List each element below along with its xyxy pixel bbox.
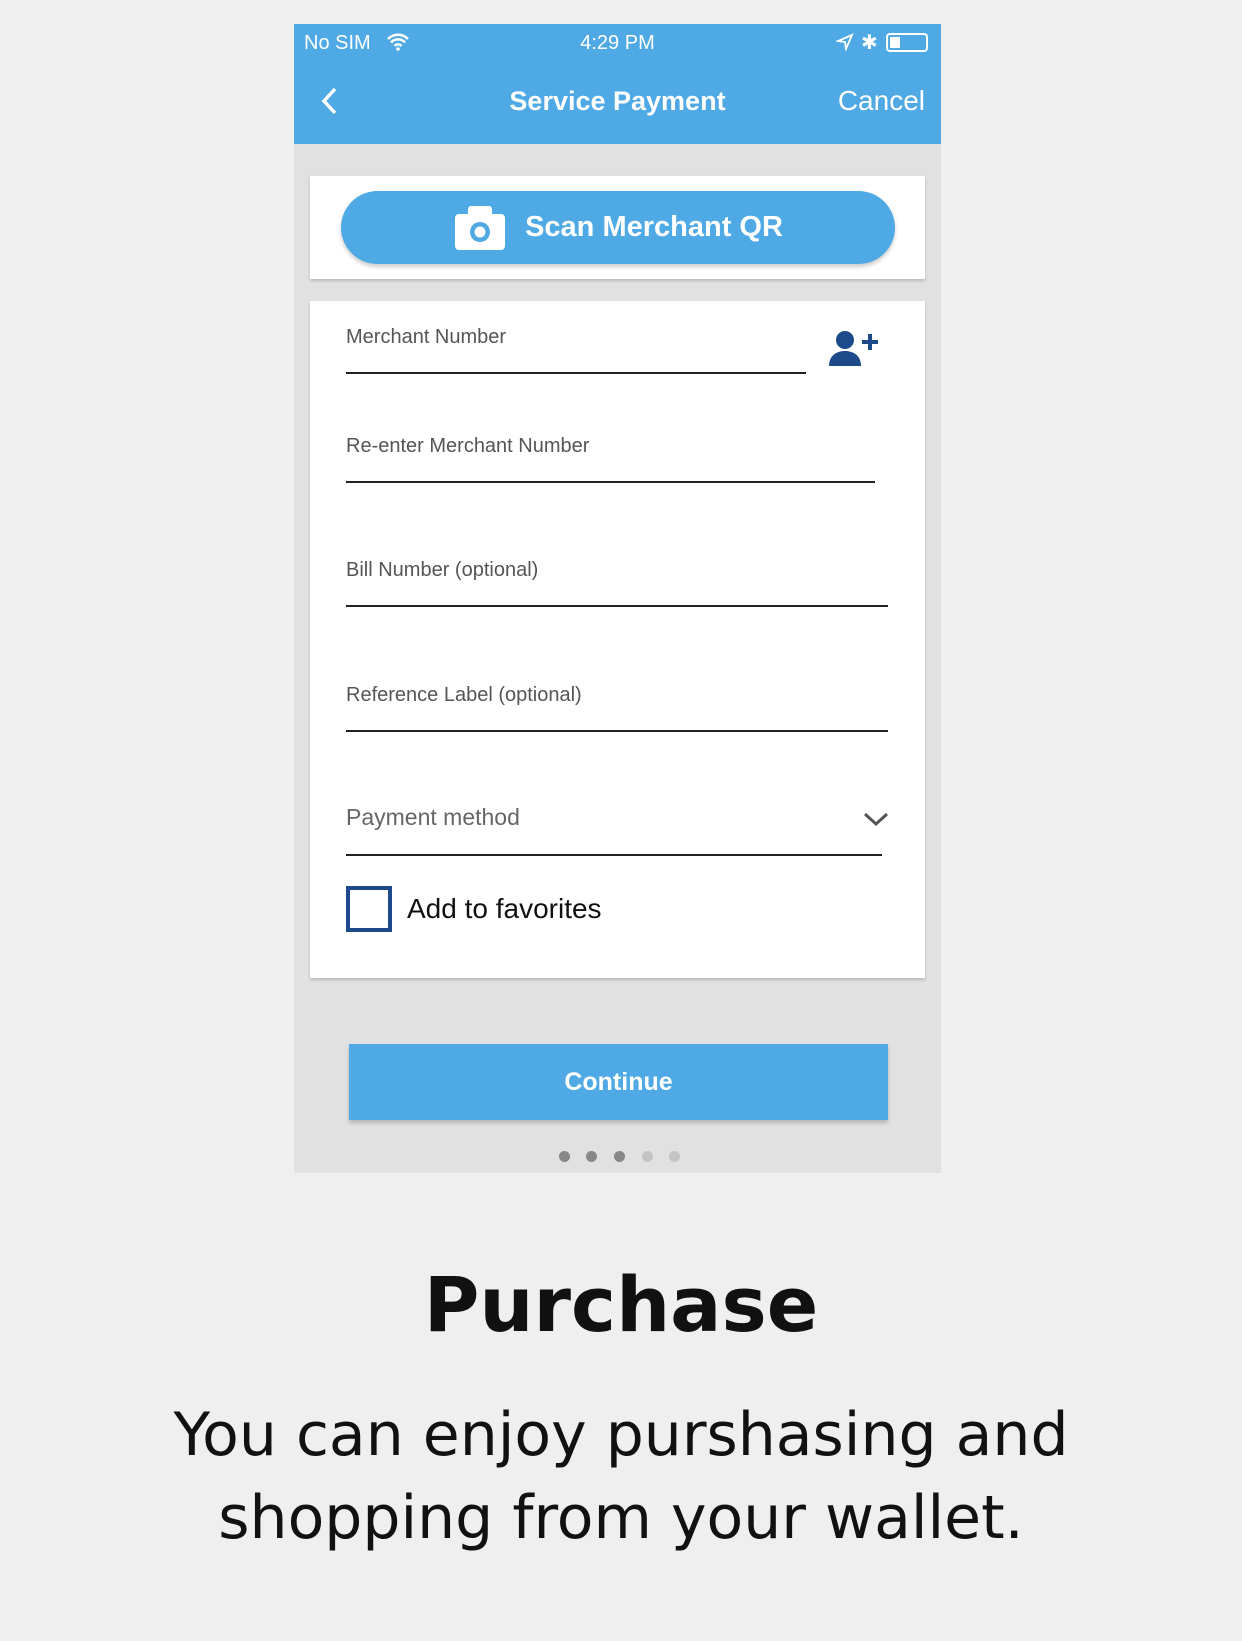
page-dot-1 [559,1151,570,1162]
merchant-number-placeholder: Merchant Number [346,326,507,348]
payment-method-placeholder: Payment method [346,804,520,830]
page-dot-4 [642,1151,653,1162]
payment-method-select[interactable]: Payment method [346,804,889,857]
add-to-favorites-checkbox[interactable] [346,886,392,932]
page-dot-2 [586,1151,597,1162]
bill-number-field[interactable]: Bill Number (optional) [346,559,888,608]
add-contact-icon[interactable] [827,329,883,367]
reenter-merchant-number-field[interactable]: Re-enter Merchant Number [346,435,875,484]
caption-line-1: You can enjoy purshasing and [173,1400,1069,1470]
reference-label-placeholder: Reference Label (optional) [346,684,582,706]
scan-merchant-qr-button[interactable]: Scan Merchant QR [341,191,895,264]
reference-label-field[interactable]: Reference Label (optional) [346,684,888,733]
bill-number-placeholder: Bill Number (optional) [346,559,539,581]
reenter-merchant-number-placeholder: Re-enter Merchant Number [346,435,590,457]
scan-button-label: Scan Merchant QR [525,211,783,243]
location-icon [836,33,854,51]
continue-button[interactable]: Continue [349,1044,888,1120]
cancel-button[interactable]: Cancel [838,85,925,117]
page-dot-5 [669,1151,680,1162]
caption-title: Purchase [423,1260,819,1349]
bluetooth-icon: ✱ [861,32,878,54]
add-to-favorites-label[interactable]: Add to favorites [407,893,602,925]
chevron-down-icon [863,812,889,827]
merchant-number-field[interactable]: Merchant Number [346,326,806,375]
app-header: No SIM 4:29 PM ✱ Service Payment Cancel [294,24,941,144]
payment-form [310,301,925,978]
battery-icon [886,33,928,52]
camera-icon [455,205,506,250]
page-dot-3 [614,1151,625,1162]
continue-label: Continue [564,1067,673,1096]
caption-line-2: shopping from your wallet. [218,1483,1024,1553]
